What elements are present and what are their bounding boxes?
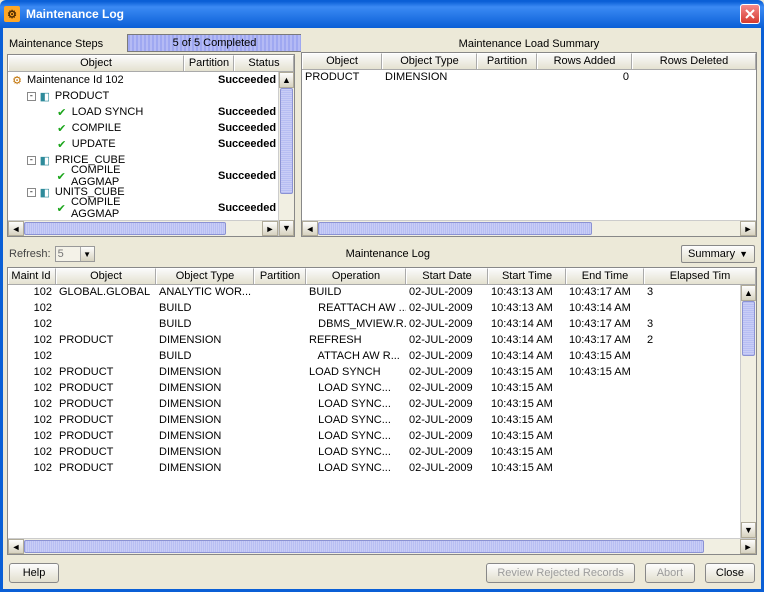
tree-row[interactable]: LOAD SYNCH Succeeded [8,104,278,120]
scroll-down-icon[interactable]: ▼ [279,220,294,236]
tree-row[interactable]: Maintenance Id 102 Succeeded [8,72,278,88]
log-row[interactable]: 102PRODUCTDIMENSION LOAD SYNC...02-JUL-2… [8,413,740,429]
col-status[interactable]: Status [234,55,294,71]
check-icon [55,105,69,119]
log-row[interactable]: 102BUILD REATTACH AW ...02-JUL-200910:43… [8,301,740,317]
help-button[interactable]: Help [9,563,59,583]
log-col-start-date[interactable]: Start Date [406,268,488,284]
sum-col-object[interactable]: Object [302,53,382,69]
app-icon [4,6,20,22]
tree-toggle-icon[interactable]: - [27,92,36,101]
summary-hscroll[interactable]: ◄ ► [302,220,756,236]
log-row[interactable]: 102BUILD DBMS_MVIEW.R...02-JUL-200910:43… [8,317,740,333]
tree-row[interactable]: COMPILE Succeeded [8,120,278,136]
review-rejected-button: Review Rejected Records [486,563,635,583]
log-row[interactable]: 102PRODUCTDIMENSIONREFRESH02-JUL-200910:… [8,333,740,349]
tree-row[interactable]: COMPILE AGGMAPSucceeded [8,200,278,216]
status-cell: Succeeded [218,122,278,134]
log-vscroll[interactable]: ▲ ▼ [740,285,756,538]
refresh-input[interactable] [56,247,80,261]
log-col-object[interactable]: Object [56,268,156,284]
sum-col-type[interactable]: Object Type [382,53,477,69]
chevron-down-icon[interactable]: ▼ [80,247,94,261]
status-cell: Succeeded [218,202,278,214]
tree-label: COMPILE [72,122,122,134]
log-row[interactable]: 102PRODUCTDIMENSIONLOAD SYNCH02-JUL-2009… [8,365,740,381]
log-row[interactable]: 102BUILD ATTACH AW R...02-JUL-200910:43:… [8,349,740,365]
cube-icon [38,89,52,103]
scroll-right-icon[interactable]: ► [740,539,756,554]
summary-dropdown[interactable]: Summary ▼ [681,245,755,263]
scroll-up-icon[interactable]: ▲ [741,285,756,301]
tree-label: COMPILE AGGMAP [71,196,168,220]
col-partition[interactable]: Partition [184,55,234,71]
log-hscroll[interactable]: ◄ ► [8,538,756,554]
status-cell: Succeeded [218,106,278,118]
log-row[interactable]: 102PRODUCTDIMENSION LOAD SYNC...02-JUL-2… [8,397,740,413]
window-title: Maintenance Log [26,7,124,21]
check-icon [55,121,69,135]
log-col-end-time[interactable]: End Time [566,268,644,284]
scroll-right-icon[interactable]: ► [740,221,756,236]
log-col-elapsed[interactable]: Elapsed Tim [644,268,756,284]
window-close-button[interactable] [740,4,760,24]
load-summary-pane: Maintenance Load Summary Object Object T… [301,32,757,237]
status-cell: Succeeded [218,74,278,86]
log-body[interactable]: 102GLOBAL.GLOBALANALYTIC WOR...BUILD02-J… [8,285,740,538]
tree-row[interactable]: - PRODUCT [8,88,278,104]
scroll-up-icon[interactable]: ▲ [279,72,294,88]
close-button[interactable]: Close [705,563,755,583]
tree-label: PRODUCT [55,90,109,102]
sum-col-partition[interactable]: Partition [477,53,537,69]
maintenance-log-title: Maintenance Log [95,248,681,260]
steps-hscroll[interactable]: ◄ ► [8,220,278,236]
titlebar[interactable]: Maintenance Log [0,0,764,28]
check-icon [54,169,68,183]
tree-row[interactable]: UPDATE Succeeded [8,136,278,152]
col-object[interactable]: Object [8,55,184,71]
log-row[interactable]: 102PRODUCTDIMENSION LOAD SYNC...02-JUL-2… [8,429,740,445]
scroll-down-icon[interactable]: ▼ [741,522,756,538]
summary-body[interactable]: PRODUCTDIMENSION0 [302,70,756,220]
scroll-left-icon[interactable]: ◄ [8,539,24,554]
log-row[interactable]: 102PRODUCTDIMENSION LOAD SYNC...02-JUL-2… [8,381,740,397]
sum-col-rows-added[interactable]: Rows Added [537,53,632,69]
check-icon [54,201,68,215]
sum-col-rows-deleted[interactable]: Rows Deleted [632,53,756,69]
status-cell: Succeeded [218,138,278,150]
scroll-right-icon[interactable]: ► [262,221,278,236]
check-icon [55,137,69,151]
load-summary-title: Maintenance Load Summary [301,38,757,50]
log-row[interactable]: 102GLOBAL.GLOBALANALYTIC WOR...BUILD02-J… [8,285,740,301]
log-col-maint-id[interactable]: Maint Id [8,268,56,284]
progress-bar: 5 of 5 Completed [127,34,302,52]
scroll-left-icon[interactable]: ◄ [302,221,318,236]
chevron-down-icon: ▼ [739,249,748,259]
tree-label: Maintenance Id 102 [27,74,124,86]
tree-label: LOAD SYNCH [72,106,144,118]
tree-label: UPDATE [72,138,116,150]
steps-vscroll[interactable]: ▲ ▼ [278,72,294,236]
refresh-spinner[interactable]: ▼ [55,246,95,262]
status-cell: Succeeded [218,170,278,182]
maintenance-log-pane: Maint Id Object Object Type Partition Op… [7,267,757,555]
refresh-label: Refresh: [9,248,51,260]
summary-row[interactable]: PRODUCTDIMENSION0 [302,70,756,86]
progress-text: 5 of 5 Completed [173,37,257,49]
log-col-partition[interactable]: Partition [254,268,306,284]
log-col-operation[interactable]: Operation [306,268,406,284]
log-col-type[interactable]: Object Type [156,268,254,284]
abort-button: Abort [645,563,695,583]
maint-icon [10,73,24,87]
log-row[interactable]: 102PRODUCTDIMENSION LOAD SYNC...02-JUL-2… [8,445,740,461]
log-col-start-time[interactable]: Start Time [488,268,566,284]
tree-row[interactable]: COMPILE AGGMAPSucceeded [8,168,278,184]
maintenance-steps-pane: Maintenance Steps 5 of 5 Completed Objec… [7,32,295,237]
steps-tree[interactable]: Maintenance Id 102 Succeeded - PRODUCT LOA… [8,72,278,220]
summary-dropdown-label: Summary [688,248,735,260]
log-row[interactable]: 102PRODUCTDIMENSION LOAD SYNC...02-JUL-2… [8,461,740,477]
scroll-left-icon[interactable]: ◄ [8,221,24,236]
